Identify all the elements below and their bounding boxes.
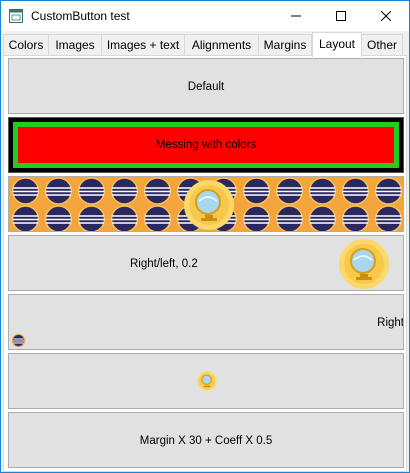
right-button[interactable]: Right [8, 294, 404, 350]
tab-label: Alignments [191, 38, 252, 52]
tab-margins[interactable]: Margins [258, 34, 312, 56]
tab-label: Margins [263, 38, 307, 52]
app-window-icon [9, 9, 23, 23]
striped-ball-icon [141, 177, 174, 205]
striped-ball-icon [273, 177, 306, 205]
striped-ball-icon [75, 177, 108, 205]
striped-ball-icon [141, 205, 174, 231]
striped-ball-icon [108, 205, 141, 231]
striped-ball-icon [372, 177, 403, 205]
tab-pane-layout: Default Messing with colors Right/left, … [3, 55, 407, 472]
tab-bar: Colors Images Images + text Alignments M… [1, 32, 409, 57]
right-left-button[interactable]: Right/left, 0.2 [8, 235, 404, 291]
tab-label: Images + text [106, 38, 180, 52]
striped-ball-icon [42, 205, 75, 231]
window-title: CustomButton test [31, 9, 130, 23]
striped-ball-icon [372, 205, 403, 231]
minimize-button[interactable] [273, 1, 318, 31]
colors-button[interactable]: Messing with colors [8, 117, 404, 173]
maximize-icon [335, 11, 346, 21]
striped-ball-icon [339, 177, 372, 205]
striped-ball-icon [75, 205, 108, 231]
striped-ball-icon [12, 334, 25, 347]
minimize-icon [290, 15, 301, 17]
default-button[interactable]: Default [8, 58, 404, 114]
margin-button[interactable]: Margin X 30 + Coeff X 0.5 [8, 412, 404, 468]
striped-ball-icon [339, 205, 372, 231]
striped-ball-icon [273, 205, 306, 231]
striped-ball-icon [108, 177, 141, 205]
right-button-label: Right [377, 317, 404, 329]
default-button-label: Default [187, 81, 225, 93]
tab-layout[interactable]: Layout [312, 32, 362, 57]
tab-label: Colors [8, 38, 44, 52]
striped-ball-icon [306, 205, 339, 231]
striped-ball-icon [240, 205, 273, 231]
tiled-image-button[interactable] [8, 176, 404, 232]
globe-icon [184, 180, 234, 230]
tab-alignments[interactable]: Alignments [184, 34, 259, 56]
colors-button-label: Messing with colors [155, 139, 257, 151]
small-icon-button[interactable] [8, 353, 404, 409]
tab-other[interactable]: Other [361, 34, 403, 56]
close-icon [380, 11, 391, 21]
close-button[interactable] [363, 1, 408, 31]
tab-label: Images [55, 38, 95, 52]
title-bar[interactable]: CustomButton test [1, 1, 409, 31]
striped-ball-icon [9, 177, 42, 205]
app-window: CustomButton test Colors Images Images +… [0, 0, 410, 473]
tab-label: Other [366, 38, 397, 52]
colors-button-frame: Messing with colors [13, 122, 399, 168]
globe-icon [197, 371, 217, 391]
right-left-button-label: Right/left, 0.2 [130, 258, 198, 270]
globe-icon [339, 239, 389, 289]
striped-ball-icon [9, 205, 42, 231]
tab-colors[interactable]: Colors [3, 34, 49, 56]
striped-ball-icon [240, 177, 273, 205]
maximize-button[interactable] [318, 1, 363, 31]
tab-images-text[interactable]: Images + text [101, 34, 185, 56]
tab-label: Layout [318, 37, 356, 51]
margin-button-label: Margin X 30 + Coeff X 0.5 [139, 435, 273, 447]
striped-ball-icon [42, 177, 75, 205]
striped-ball-icon [306, 177, 339, 205]
tab-images[interactable]: Images [48, 34, 102, 56]
